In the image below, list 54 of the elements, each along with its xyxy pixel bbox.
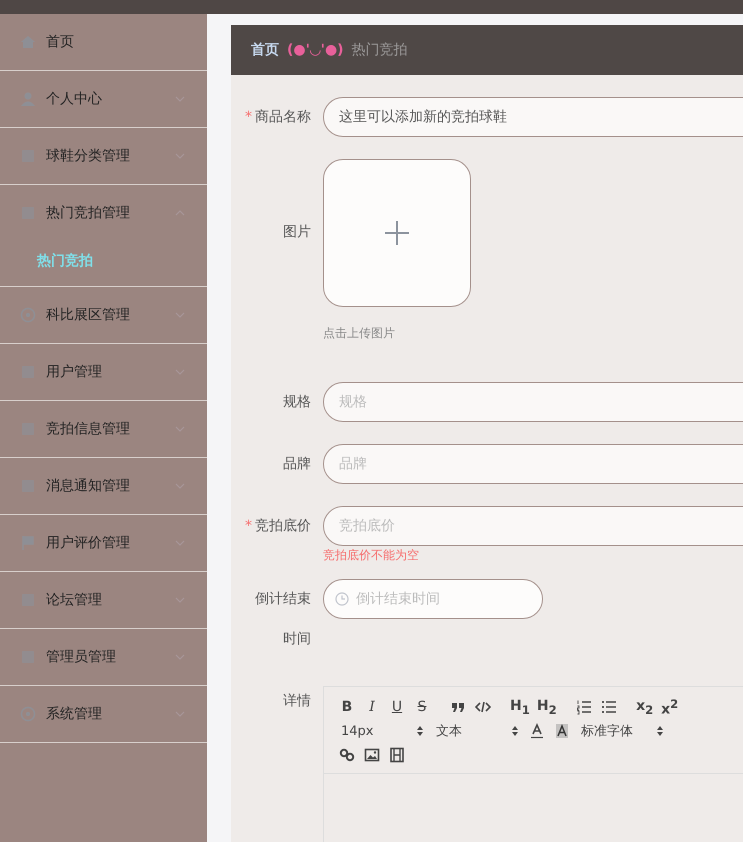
sidebar-item[interactable]: 用户管理 [0,344,207,400]
sidebar-item[interactable]: 管理员管理 [0,629,207,685]
header-button[interactable]: H$_{2}$ [534,698,559,716]
sidebar-item[interactable]: 竞拍信息管理 [0,401,207,457]
sidebar-item[interactable]: 科比展区管理 [0,287,207,343]
italic-button[interactable]: I [361,699,383,715]
field-label: 详情 [282,692,311,711]
bold-button[interactable]: B [336,699,358,715]
sort-arrows-icon [512,726,518,736]
color-icon [529,723,545,739]
upload-area[interactable] [323,159,471,307]
field-label: 规格 [282,393,311,412]
script-button[interactable]: x$^{2}$ [658,696,681,718]
breadcrumb-separator: (●'◡'●) [287,42,344,58]
toolbar-dropdown[interactable]: 标准字体 [576,722,668,740]
sidebar-item[interactable]: 论坛管理 [0,572,207,628]
required-mark: * [245,517,252,536]
ordered-list-icon [576,699,592,715]
field-label: 竞拍底价 [255,517,311,536]
strikethrough-button[interactable]: S [411,699,433,715]
sidebar-item[interactable]: 个人中心 [0,71,207,127]
plus-icon [384,220,410,246]
toolbar-dropdown[interactable]: 文本 [431,722,523,740]
sidebar-item[interactable]: 球鞋分类管理 [0,128,207,184]
link-icon [339,747,355,763]
background-icon [554,723,570,739]
image-icon [364,747,380,763]
sort-arrows-icon [417,726,423,736]
header-button[interactable]: H$_{1}$ [508,698,532,716]
input-field[interactable]: 竞拍底价 [323,506,743,546]
input-field[interactable]: 品牌 [323,444,743,484]
sidebar-item[interactable]: 系统管理 [0,686,207,742]
breadcrumb-current: 热门竞拍 [352,41,408,59]
code-icon [475,699,491,715]
underline-button[interactable]: U [386,699,408,715]
bullet-list-icon [600,699,617,715]
sidebar-item[interactable]: 首页 [0,14,207,70]
datetime-field[interactable]: 倒计结束时间 [323,579,543,619]
field-label: 品牌 [282,455,311,474]
field-label: 图片 [282,223,311,242]
script-button[interactable]: x$_{2}$ [634,698,656,716]
field-label: 倒计结束时间 [255,590,311,649]
sidebar-item[interactable]: 消息通知管理 [0,458,207,514]
breadcrumb-home-link[interactable]: 首页 [251,41,279,59]
sort-arrows-icon [657,726,663,736]
input-field[interactable]: 规格 [323,382,743,422]
input-field[interactable]: 这里可以添加新的竞拍球鞋 [323,97,743,137]
toolbar-dropdown[interactable]: 14px [336,724,428,738]
required-mark: * [245,108,252,127]
upload-hint: 点击上传图片 [323,325,396,342]
clock-icon [335,592,349,606]
field-label: 商品名称 [255,108,311,127]
video-icon [389,747,405,763]
sidebar-item[interactable]: 用户评价管理 [0,515,207,571]
